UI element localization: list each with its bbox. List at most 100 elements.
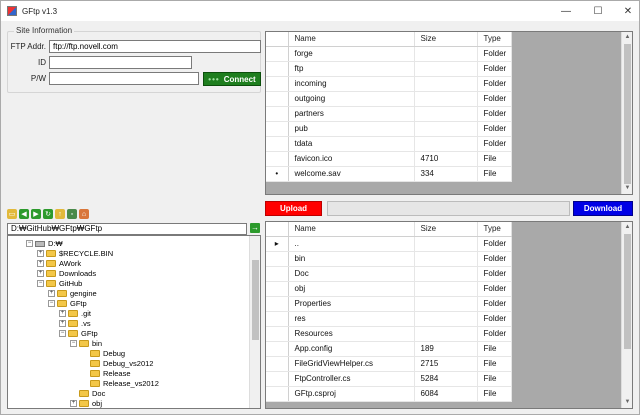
- local-row[interactable]: Properties Folder: [266, 296, 512, 312]
- go-arrow-icon[interactable]: →: [250, 223, 260, 233]
- local-row[interactable]: res Folder: [266, 311, 512, 327]
- ftp-addr-input[interactable]: ftp://ftp.novell.com: [49, 40, 261, 53]
- local-col-size[interactable]: Size: [414, 222, 478, 237]
- connect-button[interactable]: ••• Connect: [203, 72, 261, 86]
- folder-icon: [46, 250, 56, 257]
- upload-button[interactable]: Upload: [265, 201, 322, 216]
- tree-node-label: bin: [92, 339, 103, 348]
- local-row-marker: [266, 281, 289, 297]
- local-scroll-thumb[interactable]: [624, 234, 631, 349]
- expand-icon[interactable]: +: [37, 260, 44, 267]
- remote-file-grid[interactable]: Name Size Type forge Folder ftp Folder incom…: [265, 31, 633, 195]
- remote-col-size[interactable]: Size: [414, 32, 478, 47]
- tree-node[interactable]: + obj: [70, 398, 102, 408]
- open-folder-icon[interactable]: ▭: [7, 209, 17, 219]
- tree-node-label: AWork: [59, 259, 82, 268]
- expand-icon[interactable]: +: [37, 270, 44, 277]
- tree-scrollbar[interactable]: [249, 236, 260, 408]
- tree-node-label: Downloads: [59, 269, 97, 278]
- remote-row[interactable]: pub Folder: [266, 121, 512, 137]
- scroll-down-icon[interactable]: ▼: [622, 183, 632, 194]
- local-size-cell: [414, 266, 478, 282]
- remote-name-cell: favicon.ico: [288, 151, 415, 167]
- local-type-cell: File: [477, 371, 512, 387]
- collapse-icon[interactable]: −: [37, 280, 44, 287]
- local-row-marker: [266, 326, 289, 342]
- remote-row-marker: [266, 61, 289, 77]
- remote-scroll-thumb[interactable]: [624, 44, 631, 184]
- connect-dots-icon: •••: [208, 74, 220, 84]
- local-row[interactable]: FtpController.cs 5284 File: [266, 371, 512, 387]
- collapse-icon[interactable]: −: [26, 240, 33, 247]
- expand-icon[interactable]: +: [59, 320, 66, 327]
- expand-icon[interactable]: +: [37, 250, 44, 257]
- collapse-icon[interactable]: −: [70, 340, 77, 347]
- remote-row[interactable]: ftp Folder: [266, 61, 512, 77]
- local-row[interactable]: App.config 189 File: [266, 341, 512, 357]
- local-col-name[interactable]: Name: [288, 222, 415, 237]
- remote-row[interactable]: favicon.ico 4710 File: [266, 151, 512, 167]
- tree-node-label: Debug_vs2012: [103, 359, 154, 368]
- local-name-cell: obj: [288, 281, 415, 297]
- password-label: P/W: [30, 74, 46, 83]
- remote-row[interactable]: • welcome.sav 334 File: [266, 166, 512, 182]
- remote-row[interactable]: tdata Folder: [266, 136, 512, 152]
- home-icon[interactable]: ⌂: [79, 209, 89, 219]
- close-button[interactable]: ✕: [613, 1, 640, 21]
- local-type-cell: File: [477, 356, 512, 372]
- download-button[interactable]: Download: [573, 201, 633, 216]
- local-folder-tree[interactable]: − D:₩ + $RECYCLE.BIN + AWork + Downloads − GitHub…: [7, 235, 261, 409]
- refresh-icon[interactable]: ↻: [43, 209, 53, 219]
- local-file-grid[interactable]: Name Size Type ▸.. Folder bin Folder Doc Fold…: [265, 221, 633, 409]
- remote-row[interactable]: forge Folder: [266, 46, 512, 62]
- local-scrollbar[interactable]: ▲ ▼: [621, 222, 632, 408]
- title-bar[interactable]: GFtp v1.3 — ☐ ✕: [1, 1, 639, 21]
- remote-row[interactable]: partners Folder: [266, 106, 512, 122]
- tree-scroll-thumb[interactable]: [252, 260, 259, 340]
- remote-row[interactable]: incoming Folder: [266, 76, 512, 92]
- remote-col-type[interactable]: Type: [477, 32, 512, 47]
- tree-node-label: Doc: [92, 389, 106, 398]
- local-size-cell: [414, 326, 478, 342]
- expand-icon[interactable]: +: [70, 400, 77, 407]
- expand-icon[interactable]: +: [48, 290, 55, 297]
- back-icon[interactable]: ◀: [19, 209, 29, 219]
- local-row[interactable]: FileGridViewHelper.cs 2715 File: [266, 356, 512, 372]
- scroll-up-icon[interactable]: ▲: [622, 32, 632, 43]
- local-row[interactable]: ▸.. Folder: [266, 236, 512, 252]
- remote-name-cell: incoming: [288, 76, 415, 92]
- local-row[interactable]: Doc Folder: [266, 266, 512, 282]
- forward-icon[interactable]: ▶: [31, 209, 41, 219]
- remote-col-name[interactable]: Name: [288, 32, 415, 47]
- local-row[interactable]: bin Folder: [266, 251, 512, 267]
- folder-icon: [90, 350, 100, 357]
- remote-name-cell: pub: [288, 121, 415, 137]
- remote-type-cell: File: [477, 151, 512, 167]
- tree-node-label: Release: [103, 369, 131, 378]
- minimize-button[interactable]: —: [551, 1, 581, 21]
- id-input[interactable]: [49, 56, 192, 69]
- local-row[interactable]: obj Folder: [266, 281, 512, 297]
- new-file-icon[interactable]: ▫: [67, 209, 77, 219]
- maximize-button[interactable]: ☐: [583, 1, 613, 21]
- local-row[interactable]: GFtp.csproj 6084 File: [266, 386, 512, 402]
- local-row[interactable]: Resources Folder: [266, 326, 512, 342]
- collapse-icon[interactable]: −: [48, 300, 55, 307]
- remote-scrollbar[interactable]: ▲ ▼: [621, 32, 632, 194]
- up-folder-icon[interactable]: ↑: [55, 209, 65, 219]
- local-path-input[interactable]: D:₩GitHub₩GFtp₩GFtp: [7, 223, 247, 235]
- scroll-down-icon[interactable]: ▼: [622, 397, 632, 408]
- remote-row[interactable]: outgoing Folder: [266, 91, 512, 107]
- expand-icon[interactable]: +: [59, 310, 66, 317]
- tree-node-label: GFtp: [70, 299, 87, 308]
- site-information-group: Site Information FTP Addr. ftp://ftp.nov…: [7, 26, 261, 93]
- drive-icon: [35, 240, 45, 247]
- local-col-type[interactable]: Type: [477, 222, 512, 237]
- collapse-icon[interactable]: −: [59, 330, 66, 337]
- remote-size-cell: 334: [414, 166, 478, 182]
- remote-row-marker: [266, 91, 289, 107]
- scroll-up-icon[interactable]: ▲: [622, 222, 632, 233]
- password-input[interactable]: [49, 72, 199, 85]
- remote-type-cell: File: [477, 166, 512, 182]
